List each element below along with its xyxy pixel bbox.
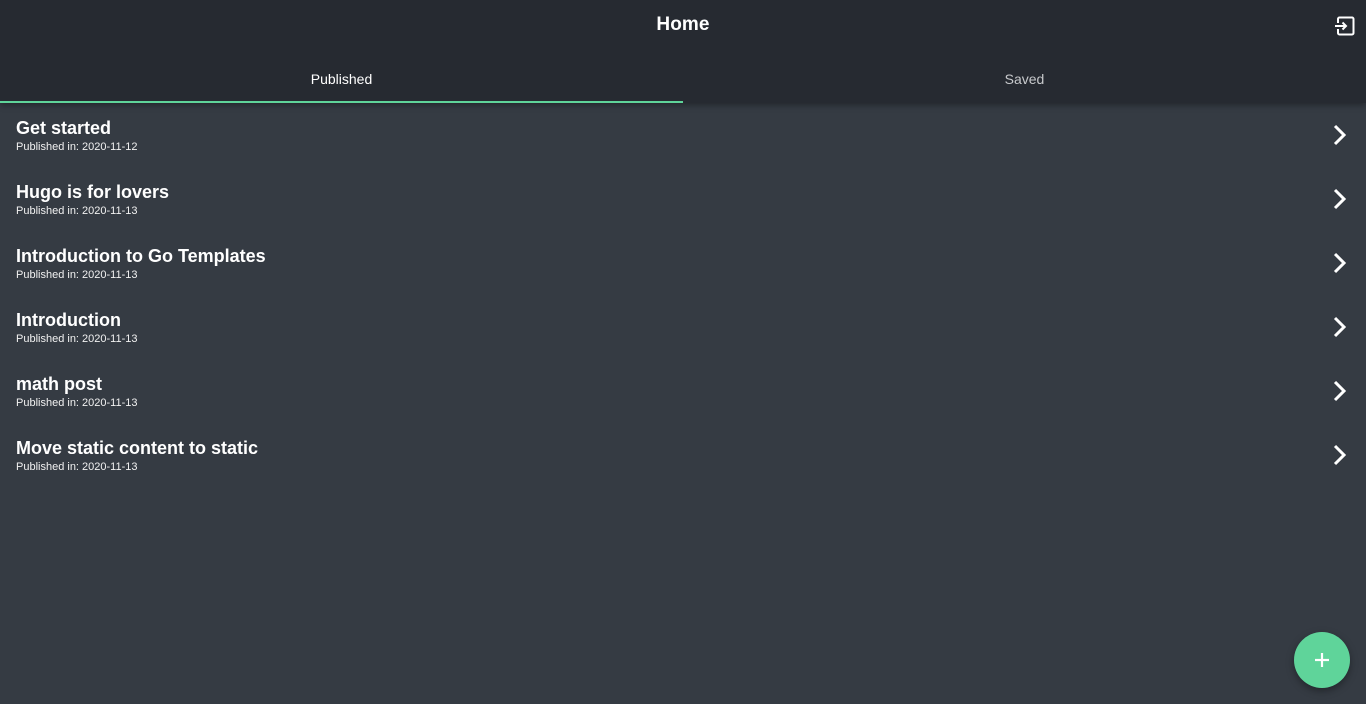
tab-published[interactable]: Published xyxy=(0,56,683,103)
post-item-get-started[interactable]: Get started Published in: 2020-11-12 xyxy=(0,103,1366,167)
tab-saved[interactable]: Saved xyxy=(683,56,1366,103)
post-title: Move static content to static xyxy=(16,438,259,458)
post-item-hugo-is-for-lovers[interactable]: Hugo is for lovers Published in: 2020-11… xyxy=(0,167,1366,231)
post-date: Published in: 2020-11-13 xyxy=(16,269,138,281)
post-list: Get started Published in: 2020-11-12 Hug… xyxy=(0,103,1366,487)
logout-icon xyxy=(1335,16,1355,36)
post-date: Published in: 2020-11-12 xyxy=(16,141,138,153)
page-title: Home xyxy=(656,14,710,35)
chevron-right-icon xyxy=(1333,444,1347,466)
app-root: Home Published Saved Get started Publish… xyxy=(0,0,1366,704)
post-date: Published in: 2020-11-13 xyxy=(16,461,138,473)
post-item-introduction[interactable]: Introduction Published in: 2020-11-13 xyxy=(0,295,1366,359)
post-title: Hugo is for lovers xyxy=(16,182,170,202)
plus-icon xyxy=(1315,653,1329,667)
chevron-right-icon xyxy=(1333,252,1347,274)
top-bar: Home Published Saved xyxy=(0,0,1366,103)
chevron-right-icon xyxy=(1333,124,1347,146)
post-date: Published in: 2020-11-13 xyxy=(16,205,138,217)
chevron-right-icon xyxy=(1333,380,1347,402)
post-date: Published in: 2020-11-13 xyxy=(16,397,138,409)
post-date: Published in: 2020-11-13 xyxy=(16,333,138,345)
post-title: Introduction to Go Templates xyxy=(16,246,266,266)
post-title: Get started xyxy=(16,118,112,138)
post-item-math-post[interactable]: math post Published in: 2020-11-13 xyxy=(0,359,1366,423)
post-item-introduction-to-go-templates[interactable]: Introduction to Go Templates Published i… xyxy=(0,231,1366,295)
chevron-right-icon xyxy=(1333,188,1347,210)
post-title: Introduction xyxy=(16,310,121,330)
post-item-move-static-content[interactable]: Move static content to static Published … xyxy=(0,423,1366,487)
logout-button[interactable] xyxy=(1334,15,1356,37)
tab-bar: Published Saved xyxy=(0,56,1366,103)
chevron-right-icon xyxy=(1333,316,1347,338)
post-title: math post xyxy=(16,374,103,394)
add-post-button[interactable] xyxy=(1294,632,1350,688)
